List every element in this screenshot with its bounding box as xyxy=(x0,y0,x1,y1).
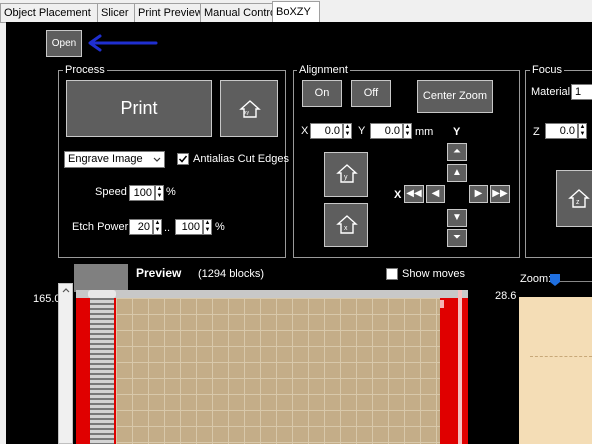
off-button[interactable]: Off xyxy=(351,80,391,107)
tab-boxzy[interactable]: BoXZY xyxy=(272,1,320,23)
home-xy-button[interactable]: xy xyxy=(220,80,278,137)
tab-bar: Object Placement Slicer Print Preview Ma… xyxy=(0,0,592,23)
chevron-down-icon xyxy=(153,157,161,162)
x-axis-label: X xyxy=(394,189,402,201)
etch-max-input[interactable]: 100 xyxy=(175,219,203,235)
left-arrow-icon: ◀ xyxy=(431,188,440,199)
material-input[interactable]: 1 xyxy=(571,84,592,100)
up-arrow-icon: ▲ xyxy=(452,167,462,178)
x-left-button[interactable]: ◀ xyxy=(426,185,445,203)
show-moves-label: Show moves xyxy=(402,268,465,280)
preview-title: Preview xyxy=(136,266,182,280)
speed-input[interactable]: 100 xyxy=(129,185,155,201)
x-right-fast-button[interactable]: ▶▶ xyxy=(490,185,510,203)
etch-power-label: Etch Power xyxy=(72,221,129,233)
frame-top-rail xyxy=(76,290,468,298)
tab-print-preview[interactable]: Print Preview xyxy=(134,3,204,22)
y-label: Y xyxy=(358,125,366,137)
y-position-spinner[interactable]: ▲ ▼ xyxy=(403,123,412,139)
zoom-slider-track[interactable] xyxy=(556,281,592,282)
mode-select[interactable]: Engrave Image xyxy=(64,151,165,168)
double-right-icon: ▶▶ xyxy=(492,188,508,199)
home-x-button[interactable]: x xyxy=(324,203,368,247)
home-z-button[interactable]: z xyxy=(556,170,592,227)
etch-min-spinner[interactable]: ▲ ▼ xyxy=(153,219,162,235)
open-button[interactable]: Open xyxy=(46,30,82,57)
position-unit: mm xyxy=(415,126,434,138)
y-axis-label: Y xyxy=(453,126,461,138)
x-left-fast-button[interactable]: ◀◀ xyxy=(404,185,424,203)
x-label: X xyxy=(301,125,309,137)
double-down-icon: ⏷ xyxy=(453,232,461,243)
alignment-title: Alignment xyxy=(297,64,350,76)
center-zoom-button[interactable]: Center Zoom xyxy=(417,80,493,113)
material-label: Material: xyxy=(531,86,574,98)
preview-scrollbar[interactable] xyxy=(58,283,73,444)
print-button[interactable]: Print xyxy=(66,80,212,137)
etch-range-separator: .. xyxy=(164,222,171,234)
y-up-fast-button[interactable]: ⏶ xyxy=(447,143,467,161)
zoom-view xyxy=(519,297,592,444)
right-arrow-icon: ▶ xyxy=(474,188,483,199)
speed-unit: % xyxy=(166,186,176,198)
preview-block-count: (1294 blocks) xyxy=(198,268,265,280)
antialias-checkbox[interactable] xyxy=(177,153,189,165)
y-position-input[interactable]: 0.0 xyxy=(370,123,403,139)
zoom-guide-line xyxy=(530,356,592,358)
y-up-button[interactable]: ▲ xyxy=(447,164,467,182)
tab-manual-control[interactable]: Manual Control xyxy=(200,3,279,22)
y-down-fast-button[interactable]: ⏷ xyxy=(447,229,467,247)
z-position-spinner[interactable]: ▲ ▼ xyxy=(578,123,587,139)
bed-grid xyxy=(116,298,440,444)
etch-min-input[interactable]: 20 xyxy=(129,219,153,235)
on-button[interactable]: On xyxy=(302,80,342,107)
focus-title: Focus xyxy=(530,64,564,76)
home-z-label: z xyxy=(576,199,580,206)
home-x-label: x xyxy=(344,225,348,232)
etch-unit: % xyxy=(215,221,225,233)
z-position-input[interactable]: 0.0 xyxy=(545,123,578,139)
tab-slicer[interactable]: Slicer xyxy=(97,3,137,22)
home-y-label: y xyxy=(344,174,348,181)
frame-right-edge xyxy=(458,290,462,444)
antialias-label: Antialias Cut Edges xyxy=(193,153,289,165)
speed-label: Speed xyxy=(95,186,127,198)
double-left-icon: ◀◀ xyxy=(406,188,422,199)
checkmark-icon xyxy=(178,155,188,163)
zoom-value: 28.6 xyxy=(495,290,517,302)
scroll-up-icon xyxy=(62,288,70,293)
lead-screw xyxy=(90,290,114,444)
tab-object-placement[interactable]: Object Placement xyxy=(0,3,100,22)
annotation-arrow-icon xyxy=(88,34,158,52)
x-position-spinner[interactable]: ▲ ▼ xyxy=(343,123,352,139)
x-position-input[interactable]: 0.0 xyxy=(310,123,343,139)
y-max-label: 165.0 xyxy=(33,293,61,305)
y-down-button[interactable]: ▼ xyxy=(447,209,467,227)
x-right-button[interactable]: ▶ xyxy=(469,185,488,203)
z-label: Z xyxy=(533,126,540,138)
process-title: Process xyxy=(63,64,107,76)
zoom-slider-thumb-icon[interactable] xyxy=(549,273,561,287)
zoom-label: Zoom: xyxy=(520,273,552,285)
home-xy-icon xyxy=(239,100,261,118)
mode-select-value: Engrave Image xyxy=(68,153,143,165)
lead-screw-cap xyxy=(88,290,116,298)
speed-spinner[interactable]: ▲ ▼ xyxy=(155,185,164,201)
double-up-icon: ⏶ xyxy=(453,146,461,157)
home-y-button[interactable]: y xyxy=(324,152,368,197)
home-xy-label: xy xyxy=(244,110,249,116)
show-moves-checkbox[interactable] xyxy=(386,268,398,280)
down-arrow-icon: ▼ xyxy=(452,212,462,223)
etch-max-spinner[interactable]: ▲ ▼ xyxy=(203,219,212,235)
preview-tab-handle[interactable] xyxy=(74,264,128,292)
